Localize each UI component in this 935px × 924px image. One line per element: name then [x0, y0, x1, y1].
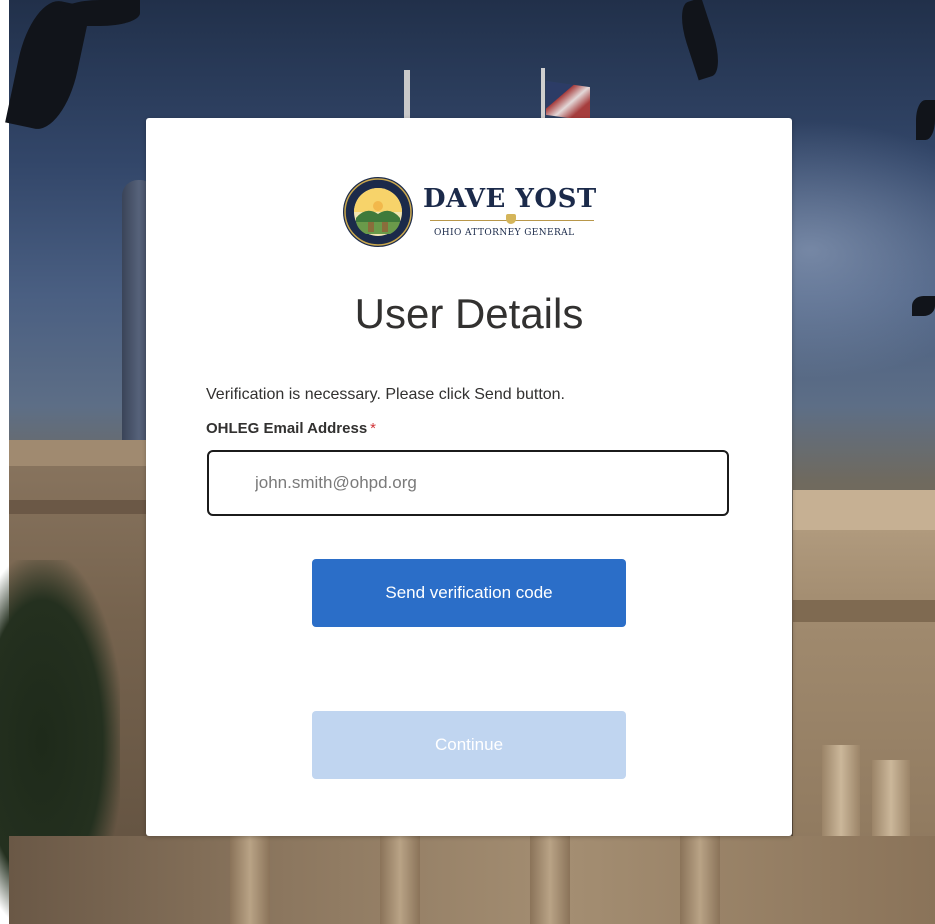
email-input[interactable] [207, 450, 729, 516]
bottom-pillar [530, 836, 570, 924]
login-card: DAVE YOST OHIO ATTORNEY GENERAL User Det… [146, 118, 792, 836]
bottom-pillar [230, 836, 270, 924]
leaf [916, 100, 935, 140]
leaf [60, 0, 140, 26]
building-right-cornice [793, 490, 935, 530]
brand-name: DAVE YOST [423, 184, 597, 214]
email-label-text: OHLEG Email Address [206, 420, 368, 437]
send-verification-code-button[interactable]: Send verification code [312, 559, 626, 627]
badge-icon [506, 214, 516, 224]
flag-pole [541, 68, 545, 120]
spire [404, 70, 410, 120]
brand-subtitle: OHIO ATTORNEY GENERAL [434, 228, 575, 238]
email-label: OHLEG Email Address * [206, 420, 376, 437]
ohio-seal-icon [343, 177, 413, 247]
ohio-ag-logo: DAVE YOST OHIO ATTORNEY GENERAL [342, 176, 598, 252]
bottom-pillar [680, 836, 720, 924]
intro-text: Verification is necessary. Please click … [206, 386, 565, 403]
building-right-band [793, 600, 935, 622]
bottom-pillar [380, 836, 420, 924]
leaf [912, 296, 935, 316]
building-left-cornice [9, 440, 159, 466]
continue-button[interactable]: Continue [312, 711, 626, 779]
flag [546, 80, 590, 122]
required-marker: * [370, 420, 376, 437]
bottom-facade [9, 836, 935, 924]
building-left-band [9, 500, 159, 514]
leaf [674, 0, 726, 81]
page-title: User Details [354, 290, 584, 337]
